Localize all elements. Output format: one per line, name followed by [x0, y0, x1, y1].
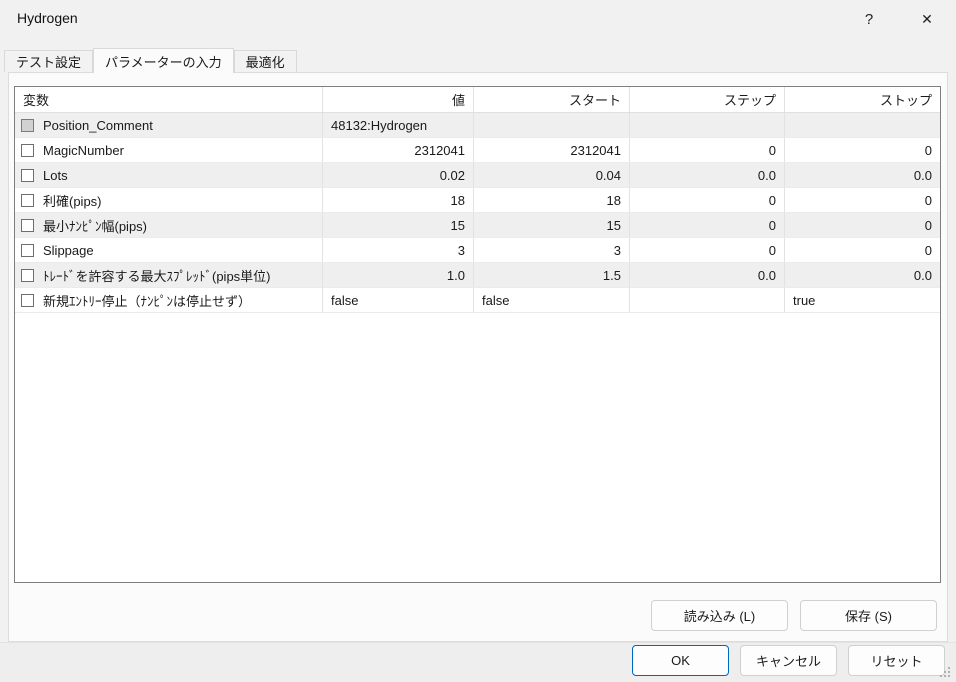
column-header-start: スタート [474, 87, 630, 112]
table-row: Lots 0.02 0.04 0.0 0.0 [15, 163, 940, 188]
stop-cell[interactable]: 0 [785, 188, 940, 212]
variable-cell: Slippage [15, 238, 323, 262]
parameter-name: Position_Comment [43, 117, 153, 133]
step-cell[interactable] [630, 113, 785, 137]
parameter-name: 最小ﾅﾝﾋﾟﾝ幅(pips) [43, 218, 148, 234]
table-row: ﾄﾚｰﾄﾞを許容する最大ｽﾌﾟﾚｯﾄﾞ(pips単位) 1.0 1.5 0.0 … [15, 263, 940, 288]
variable-cell: MagicNumber [15, 138, 323, 162]
load-button[interactable]: 読み込み (L) [651, 600, 788, 631]
parameter-checkbox[interactable] [21, 268, 34, 282]
parameter-name: MagicNumber [43, 142, 124, 158]
variable-cell: 新規ｴﾝﾄﾘｰ停止（ﾅﾝﾋﾟﾝは停止せず） [15, 288, 323, 312]
tab-input-parameters[interactable]: パラメーターの入力 [93, 48, 234, 73]
start-cell[interactable] [474, 113, 630, 137]
value-cell[interactable]: 18 [323, 188, 474, 212]
tab-label: 最適化 [245, 55, 285, 70]
table-row: 利確(pips) 18 18 0 0 [15, 188, 940, 213]
column-header-value: 値 [323, 87, 474, 112]
value-cell[interactable]: false [323, 288, 474, 312]
parameter-name: ﾄﾚｰﾄﾞを許容する最大ｽﾌﾟﾚｯﾄﾞ(pips単位) [43, 268, 271, 284]
table-row: 新規ｴﾝﾄﾘｰ停止（ﾅﾝﾋﾟﾝは停止せず） false false true [15, 288, 940, 313]
column-header-step: ステップ [630, 87, 785, 112]
start-cell[interactable]: 18 [474, 188, 630, 212]
table-header-row: 変数 値 スタート ステップ ストップ [15, 87, 940, 113]
variable-cell: Position_Comment [15, 113, 323, 137]
step-cell[interactable]: 0.0 [630, 263, 785, 287]
start-cell[interactable]: 15 [474, 213, 630, 237]
step-cell[interactable]: 0 [630, 138, 785, 162]
stop-cell[interactable]: 0 [785, 138, 940, 162]
step-cell[interactable]: 0 [630, 188, 785, 212]
tab-optimization[interactable]: 最適化 [233, 50, 297, 72]
parameter-name: Slippage [43, 242, 94, 258]
parameter-checkbox[interactable] [21, 218, 34, 232]
table-row: MagicNumber 2312041 2312041 0 0 [15, 138, 940, 163]
variable-cell: 利確(pips) [15, 188, 323, 212]
start-cell[interactable]: 2312041 [474, 138, 630, 162]
tab-strip: テスト設定 パラメーターの入力 最適化 [4, 48, 297, 73]
title-bar[interactable]: Hydrogen ? ✕ [0, 0, 956, 40]
parameter-name: 利確(pips) [43, 193, 102, 209]
expert-properties-dialog: Hydrogen ? ✕ テスト設定 パラメーターの入力 最適化 変数 値 スタ… [0, 0, 956, 682]
parameter-checkbox[interactable] [21, 143, 34, 157]
parameter-checkbox[interactable] [21, 293, 34, 307]
start-cell[interactable]: 3 [474, 238, 630, 262]
tab-label: パラメーターの入力 [105, 54, 222, 70]
step-cell[interactable]: 0.0 [630, 163, 785, 187]
variable-cell: Lots [15, 163, 323, 187]
table-row: Slippage 3 3 0 0 [15, 238, 940, 263]
reset-button[interactable]: リセット [848, 645, 945, 676]
value-cell[interactable]: 1.0 [323, 263, 474, 287]
ok-button[interactable]: OK [632, 645, 729, 676]
input-parameters-page: 変数 値 スタート ステップ ストップ Position_Comment 481… [8, 72, 948, 642]
save-button[interactable]: 保存 (S) [800, 600, 937, 631]
cancel-button[interactable]: キャンセル [740, 645, 837, 676]
stop-cell[interactable]: 0 [785, 213, 940, 237]
parameter-checkbox[interactable] [21, 168, 34, 182]
close-icon: ✕ [921, 10, 933, 27]
help-icon: ? [864, 10, 874, 28]
value-cell[interactable]: 48132:Hydrogen [323, 113, 474, 137]
start-cell[interactable]: false [474, 288, 630, 312]
stop-cell[interactable]: 0.0 [785, 263, 940, 287]
step-cell[interactable]: 0 [630, 238, 785, 262]
start-cell[interactable]: 0.04 [474, 163, 630, 187]
parameters-table: 変数 値 スタート ステップ ストップ Position_Comment 481… [14, 86, 941, 583]
table-row: Position_Comment 48132:Hydrogen [15, 113, 940, 138]
parameter-checkbox[interactable] [21, 243, 34, 257]
parameter-name: Lots [43, 167, 68, 183]
table-row: 最小ﾅﾝﾋﾟﾝ幅(pips) 15 15 0 0 [15, 213, 940, 238]
column-header-variable: 変数 [15, 87, 323, 112]
window-title: Hydrogen [17, 10, 78, 26]
step-cell[interactable]: 0 [630, 213, 785, 237]
tab-label: テスト設定 [16, 55, 82, 70]
file-buttons: 読み込み (L) 保存 (S) [651, 600, 937, 631]
variable-cell: ﾄﾚｰﾄﾞを許容する最大ｽﾌﾟﾚｯﾄﾞ(pips単位) [15, 263, 323, 287]
stop-cell[interactable]: true [785, 288, 940, 312]
close-button[interactable]: ✕ [904, 0, 950, 38]
parameter-checkbox[interactable] [21, 118, 34, 132]
dialog-footer: OK キャンセル リセット [0, 642, 956, 682]
start-cell[interactable]: 1.5 [474, 263, 630, 287]
value-cell[interactable]: 2312041 [323, 138, 474, 162]
variable-cell: 最小ﾅﾝﾋﾟﾝ幅(pips) [15, 213, 323, 237]
value-cell[interactable]: 3 [323, 238, 474, 262]
column-header-stop: ストップ [879, 93, 932, 108]
value-cell[interactable]: 0.02 [323, 163, 474, 187]
help-button[interactable]: ? [846, 0, 892, 38]
step-cell[interactable] [630, 288, 785, 312]
parameter-name: 新規ｴﾝﾄﾘｰ停止（ﾅﾝﾋﾟﾝは停止せず） [43, 293, 252, 309]
tab-test-settings[interactable]: テスト設定 [4, 50, 94, 72]
stop-cell[interactable] [785, 113, 940, 137]
stop-cell[interactable]: 0 [785, 238, 940, 262]
stop-cell[interactable]: 0.0 [785, 163, 940, 187]
value-cell[interactable]: 15 [323, 213, 474, 237]
parameter-checkbox[interactable] [21, 193, 34, 207]
resize-grip[interactable] [944, 671, 946, 673]
